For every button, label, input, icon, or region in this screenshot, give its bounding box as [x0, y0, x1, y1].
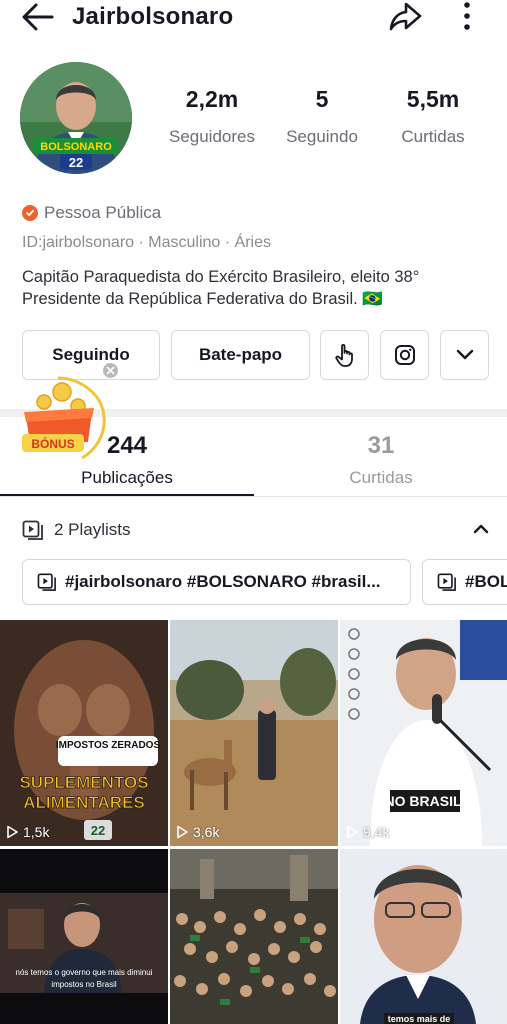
bio-line-2: Presidente da República Federativa do Br…: [22, 290, 383, 308]
play-icon: [347, 825, 358, 839]
stat-likes[interactable]: 5,5m Curtidas: [378, 86, 488, 147]
video-thumbnail[interactable]: NO BRASIL. 9,4k: [340, 620, 507, 846]
playlists-count-label: 2 Playlists: [54, 520, 131, 539]
video-tag: 22: [91, 823, 105, 838]
chevron-down-icon: [456, 349, 473, 360]
publications-count: 244: [106, 432, 148, 459]
more-vertical-icon[interactable]: [452, 0, 482, 34]
verified-check-icon: [22, 205, 38, 221]
video-thumbnail[interactable]: IMPOSTOS ZERADOS SUPLEMENTOS ALIMENTARES…: [0, 620, 168, 846]
bonus-close-icon[interactable]: [103, 363, 118, 378]
profile-bio: Capitão Paraquedista do Exército Brasile…: [22, 266, 492, 310]
account-type-label: Pessoa Pública: [44, 203, 162, 222]
tap-hand-icon: [334, 343, 353, 367]
avatar-badge-number: 22: [69, 155, 83, 170]
bio-line-1: Capitão Paraquedista do Exército Brasile…: [22, 268, 420, 286]
playlist-chip[interactable]: #BOLSONARO: [422, 559, 507, 605]
account-type: Pessoa Pública: [22, 203, 161, 223]
video-caption-3: NO BRASIL.: [385, 793, 466, 809]
playlist-chip-label: #BOLSONARO: [465, 572, 507, 591]
play-icon: [7, 825, 18, 839]
view-count: 1,5k: [6, 824, 49, 840]
more-options-button[interactable]: [440, 330, 489, 380]
video-thumbnail[interactable]: nós temos o governo que mais diminui imp…: [0, 849, 168, 1024]
playlist-icon: [437, 573, 456, 591]
video-caption-4b: impostos no Brasil: [51, 980, 117, 989]
avatar[interactable]: BOLSONARO 22: [20, 62, 132, 174]
video-thumbnail[interactable]: [170, 849, 338, 1024]
tab-liked[interactable]: 31 Curtidas: [254, 432, 507, 488]
tap-gesture-button[interactable]: [320, 330, 369, 380]
video-thumbnail[interactable]: temos mais de: [340, 849, 507, 1024]
playlist-chip-label: #jairbolsonaro #BOLSONARO #brasil...: [65, 572, 381, 591]
play-icon: [177, 825, 188, 839]
instagram-button[interactable]: [380, 330, 429, 380]
video-caption-6: temos mais de: [388, 1014, 451, 1024]
playlists-header[interactable]: 2 Playlists: [22, 518, 492, 542]
following-label: Seguindo: [286, 127, 358, 146]
stat-followers[interactable]: 2,2m Seguidores: [157, 86, 267, 147]
likes-count: 5,5m: [406, 86, 460, 112]
video-caption-1a: IMPOSTOS ZERADOS: [56, 740, 161, 751]
share-icon[interactable]: [386, 0, 426, 34]
tab-publications[interactable]: 244 Publicações: [0, 432, 254, 488]
playlist-icon: [22, 520, 43, 540]
stat-following[interactable]: 5 Seguindo: [267, 86, 377, 147]
profile-meta: ID:jairbolsonaro · Masculino · Áries: [22, 234, 271, 251]
video-thumbnail[interactable]: 3,6k: [170, 620, 338, 846]
video-caption-4a: nós temos o governo que mais diminui: [16, 968, 153, 977]
chevron-up-icon[interactable]: [470, 518, 492, 540]
back-arrow-icon[interactable]: [18, 0, 58, 34]
tab-divider: [0, 496, 507, 497]
top-bar: Jairbolsonaro: [0, 0, 507, 36]
liked-label: Curtidas: [349, 468, 413, 487]
likes-label: Curtidas: [401, 127, 465, 146]
chat-button[interactable]: Bate-papo: [171, 330, 310, 380]
profile-username: Jairbolsonaro: [72, 3, 234, 30]
video-grid: IMPOSTOS ZERADOS SUPLEMENTOS ALIMENTARES…: [0, 620, 507, 1024]
view-count: 9,4k: [346, 824, 389, 840]
instagram-icon: [394, 345, 415, 365]
followers-label: Seguidores: [168, 127, 255, 146]
following-count: 5: [315, 86, 329, 112]
playlist-icon: [37, 573, 56, 591]
video-caption-1b: SUPLEMENTOS: [19, 773, 148, 792]
view-count: 3,6k: [176, 824, 219, 840]
avatar-badge-text: BOLSONARO: [40, 141, 112, 153]
liked-count: 31: [367, 432, 395, 459]
publications-label: Publicações: [81, 468, 173, 487]
playlist-chip[interactable]: #jairbolsonaro #BOLSONARO #brasil...: [22, 559, 411, 605]
video-caption-1c: ALIMENTARES: [23, 793, 145, 812]
followers-count: 2,2m: [185, 86, 239, 112]
